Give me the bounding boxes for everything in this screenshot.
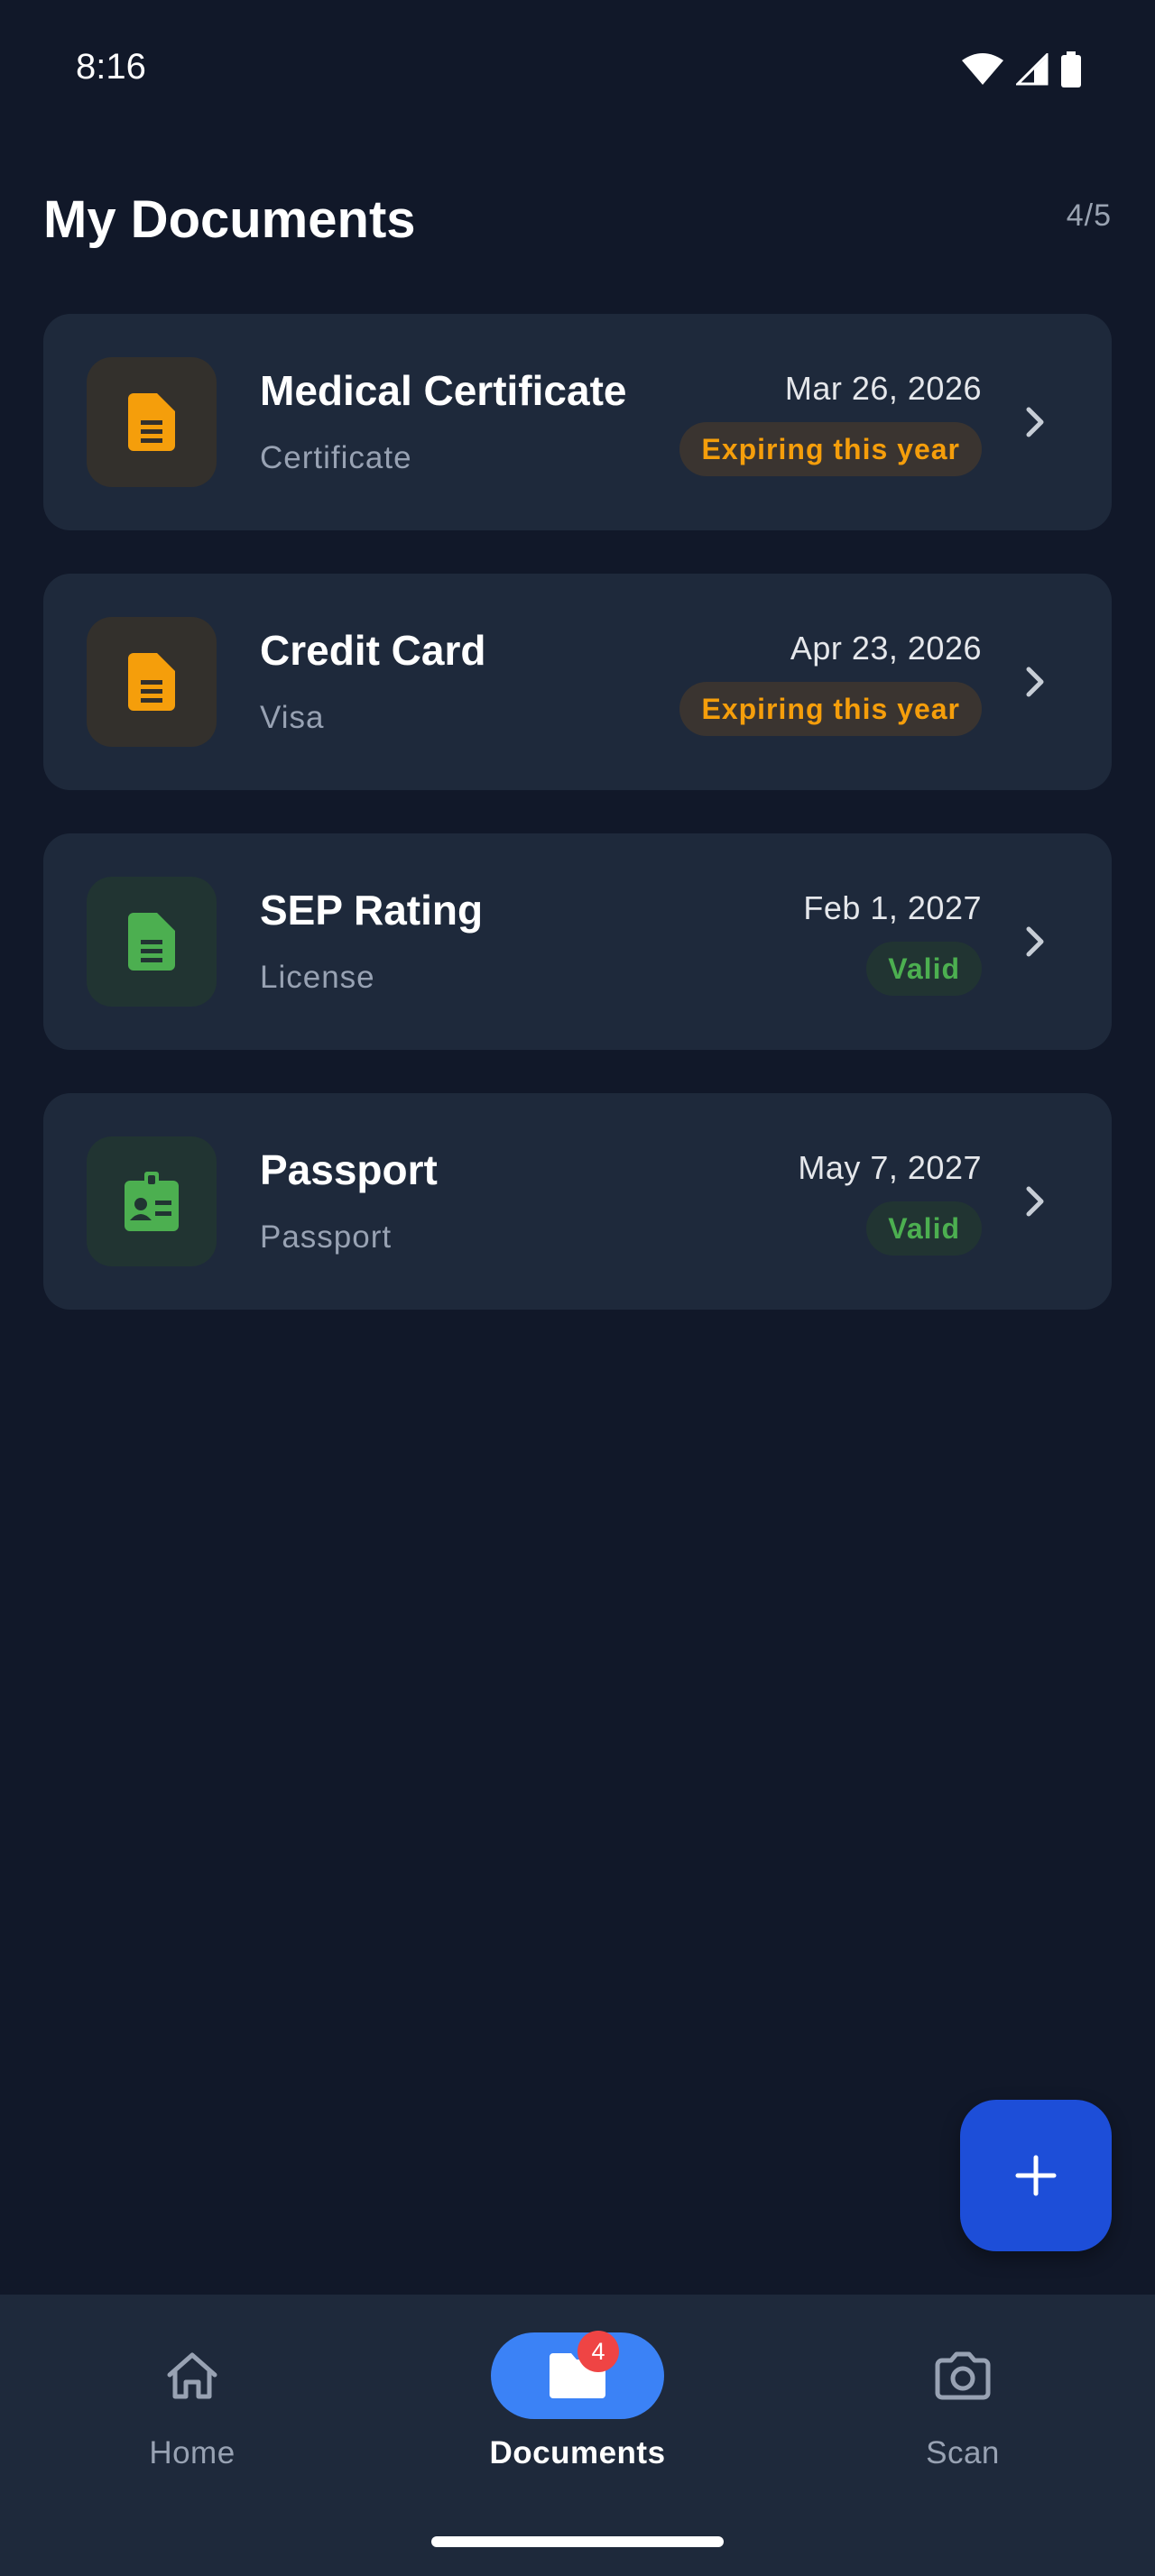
status-icons — [962, 51, 1081, 88]
nav-pill-scan — [876, 2332, 1049, 2419]
document-icon-box — [87, 617, 217, 747]
chevron-right-icon — [1026, 407, 1044, 437]
document-type: Visa — [260, 700, 325, 735]
chevron-right-icon — [1026, 1186, 1044, 1217]
wifi-icon — [962, 53, 1003, 85]
home-indicator[interactable] — [431, 2536, 724, 2547]
nav-label-documents: Documents — [489, 2435, 666, 2470]
camera-icon — [935, 2351, 991, 2400]
document-card[interactable]: Passport Passport May 7, 2027 Valid — [43, 1093, 1112, 1310]
expiry-date: Mar 26, 2026 — [784, 370, 982, 407]
id-badge-icon — [125, 1172, 179, 1231]
expiry-date: Apr 23, 2026 — [790, 630, 982, 667]
nav-label-home: Home — [149, 2435, 236, 2470]
document-icon — [128, 653, 175, 711]
chevron-right-icon — [1026, 667, 1044, 697]
document-type: License — [260, 960, 375, 995]
document-type: Certificate — [260, 440, 412, 475]
cellular-signal-icon — [1016, 53, 1049, 86]
document-icon — [128, 393, 175, 451]
plus-icon — [1015, 2155, 1057, 2196]
document-list: Medical Certificate Certificate Mar 26, … — [43, 314, 1112, 1353]
page-title: My Documents — [43, 190, 416, 249]
nav-item-documents[interactable]: 4 Documents — [442, 2295, 713, 2511]
status-badge: Valid — [866, 942, 982, 996]
document-count: 4/5 — [1066, 198, 1112, 233]
status-badge: Valid — [866, 1201, 982, 1256]
chevron-right-icon — [1026, 926, 1044, 957]
document-card[interactable]: Medical Certificate Certificate Mar 26, … — [43, 314, 1112, 530]
nav-item-home[interactable]: Home — [57, 2295, 328, 2511]
document-icon-box — [87, 1136, 217, 1266]
notification-badge: 4 — [578, 2331, 619, 2372]
battery-icon — [1061, 51, 1081, 87]
document-name: SEP Rating — [260, 887, 484, 934]
status-badge: Expiring this year — [679, 422, 982, 476]
document-name: Medical Certificate — [260, 367, 627, 414]
document-name: Credit Card — [260, 627, 486, 674]
document-type: Passport — [260, 1219, 393, 1255]
status-badge: Expiring this year — [679, 682, 982, 736]
document-card[interactable]: Credit Card Visa Apr 23, 2026 Expiring t… — [43, 574, 1112, 790]
status-time: 8:16 — [76, 47, 146, 87]
document-icon — [128, 913, 175, 971]
status-bar: 8:16 — [0, 0, 1155, 135]
document-card[interactable]: SEP Rating License Feb 1, 2027 Valid — [43, 833, 1112, 1050]
nav-pill-home — [106, 2332, 279, 2419]
add-document-button[interactable] — [960, 2100, 1112, 2251]
document-icon-box — [87, 877, 217, 1007]
document-name: Passport — [260, 1146, 438, 1193]
document-icon-box — [87, 357, 217, 487]
nav-label-scan: Scan — [926, 2435, 1000, 2470]
home-icon — [167, 2352, 217, 2399]
expiry-date: May 7, 2027 — [798, 1149, 982, 1186]
page-header: My Documents 4/5 — [43, 180, 1112, 262]
nav-item-scan[interactable]: Scan — [827, 2295, 1098, 2511]
expiry-date: Feb 1, 2027 — [803, 889, 982, 926]
bottom-navigation: Home 4 Documents Scan — [0, 2295, 1155, 2576]
